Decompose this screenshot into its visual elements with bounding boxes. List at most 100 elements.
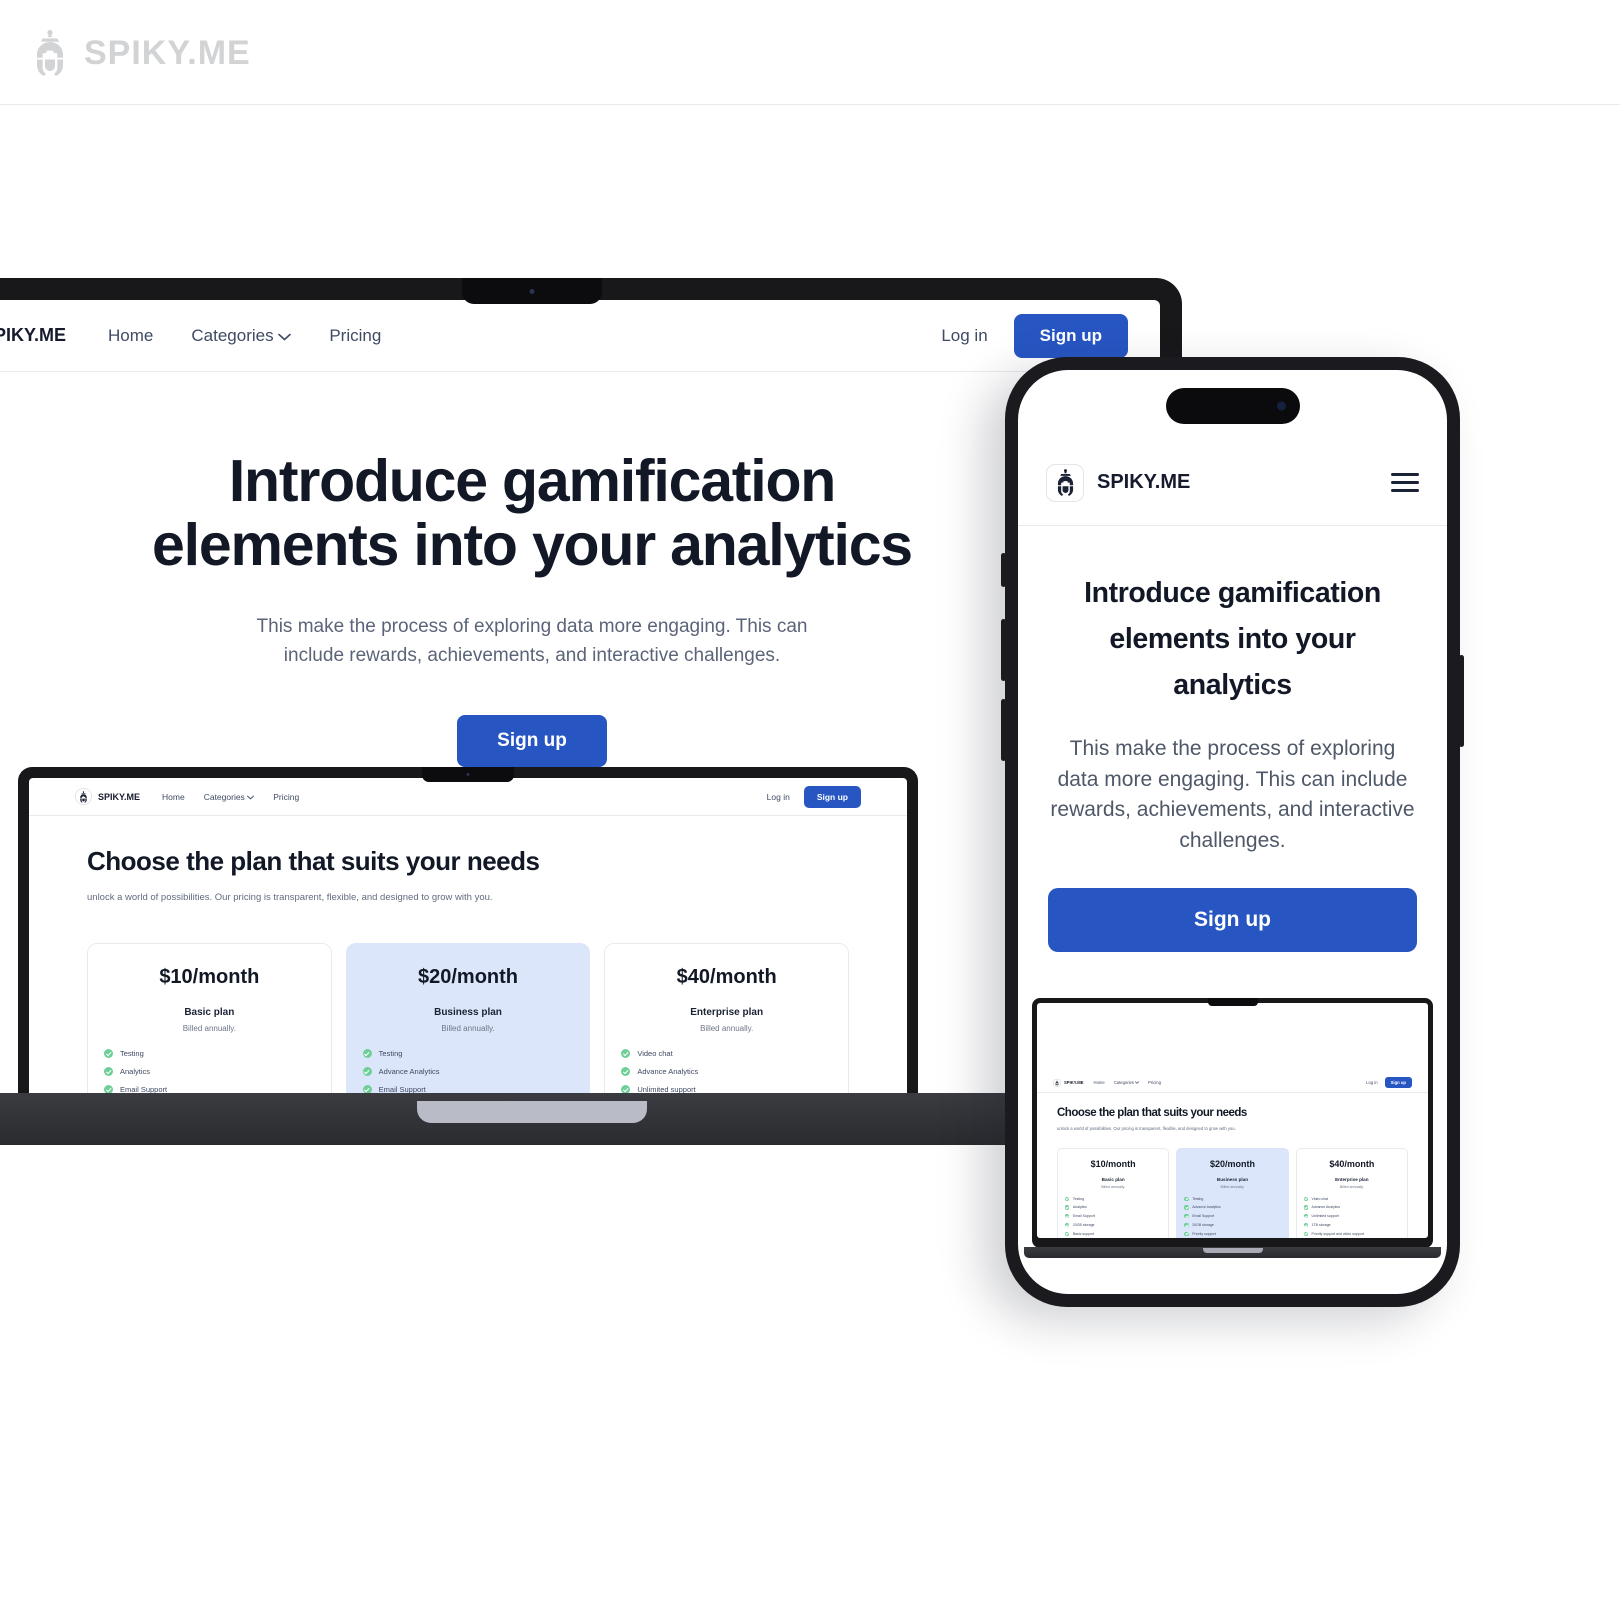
mini-navbar-links: Home Categories Pricing bbox=[1094, 1080, 1161, 1085]
plan-feature-label: Video chat bbox=[1311, 1196, 1329, 1201]
plan-name: Business plan bbox=[1216, 1176, 1249, 1182]
plan-billing-note: Billed annually. bbox=[1339, 1184, 1364, 1189]
hero-paragraph: This make the process of exploring data … bbox=[256, 616, 808, 667]
plan-billing-note: Billed annually. bbox=[1220, 1184, 1245, 1189]
mini-pricing-plan-list: $10/month Basic plan Billed annually. Te… bbox=[1057, 1147, 1408, 1239]
pricing-card-enterprise[interactable]: $40/month Enterprise plan Billed annuall… bbox=[604, 943, 850, 1093]
pricing-heading: Choose the plan that suits your needs bbox=[87, 846, 540, 876]
pricing-card-basic[interactable]: $10/month Basic plan Billed annually. Te… bbox=[87, 943, 332, 1093]
nested-nav-link-home[interactable]: Home bbox=[162, 792, 185, 802]
check-circle-icon bbox=[104, 1085, 113, 1093]
plan-feature-list: Testing Analytics Email Support 20GB sto… bbox=[104, 1049, 315, 1093]
nav-link-pricing[interactable]: Pricing bbox=[329, 326, 381, 346]
plan-feature-label: Analytics bbox=[1072, 1205, 1087, 1210]
plan-name: Enterprise plan bbox=[690, 1007, 764, 1019]
mini-nav-link-home[interactable]: Home bbox=[1094, 1080, 1105, 1085]
plan-feature-label: Unlimited support bbox=[637, 1085, 696, 1093]
check-circle-icon bbox=[1184, 1214, 1189, 1219]
spartan-helmet-icon bbox=[37, 30, 63, 76]
plan-feature-label: 20GB storage bbox=[1192, 1223, 1214, 1228]
nav-link-home[interactable]: Home bbox=[108, 326, 153, 346]
nested-navbar-right: Log in Sign up bbox=[767, 785, 861, 808]
nested-brand-logo-box[interactable] bbox=[75, 788, 92, 805]
phone-volume-up-button[interactable] bbox=[1001, 619, 1006, 681]
plan-price: $10/month bbox=[159, 966, 260, 989]
plan-feature: Advance Analytics bbox=[362, 1067, 574, 1077]
mini-pricing-section: Choose the plan that suits your needs un… bbox=[1037, 1093, 1428, 1239]
plan-feature: Video chat bbox=[1303, 1196, 1400, 1201]
check-circle-icon bbox=[1303, 1222, 1309, 1228]
mini-nav-link-pricing[interactable]: Pricing bbox=[1148, 1080, 1161, 1085]
nested-laptop-screen: SPIKY.ME Home Categories Pricing Log in … bbox=[29, 778, 907, 1093]
pricing-plan-list: $10/month Basic plan Billed annually. Te… bbox=[87, 943, 850, 1093]
check-circle-icon bbox=[1303, 1196, 1309, 1201]
phone-volume-down-button[interactable] bbox=[1001, 699, 1006, 761]
plan-feature-label: Advance Analytics bbox=[637, 1067, 699, 1077]
plan-feature-label: Advance Analytics bbox=[1311, 1205, 1340, 1210]
nav-link-categories[interactable]: Categories bbox=[191, 326, 292, 346]
plan-feature: Email Support bbox=[362, 1085, 574, 1093]
phone-mute-switch[interactable] bbox=[1001, 553, 1006, 587]
check-circle-icon bbox=[621, 1067, 631, 1077]
check-circle-icon bbox=[362, 1067, 372, 1077]
check-circle-icon bbox=[1184, 1222, 1189, 1228]
mini-pricing-card-enterprise[interactable]: $40/month Enterprise plan Billed annuall… bbox=[1295, 1147, 1408, 1239]
laptop-screen: SPIKY.ME Home Categories Pricing Log in bbox=[0, 300, 1160, 1093]
site-navbar: SPIKY.ME Home Categories Pricing Log in bbox=[0, 300, 1160, 372]
plan-feature: Email Support bbox=[1065, 1214, 1161, 1219]
mini-pricing-card-basic[interactable]: $10/month Basic plan Billed annually. Te… bbox=[1057, 1147, 1170, 1239]
check-circle-icon bbox=[621, 1049, 631, 1059]
nested-login-link[interactable]: Log in bbox=[767, 792, 790, 802]
phone-power-button[interactable] bbox=[1459, 655, 1464, 747]
nested-nav-link-categories[interactable]: Categories bbox=[204, 792, 255, 802]
mini-signup-button[interactable]: Sign up bbox=[1384, 1077, 1412, 1089]
watermark-brand: SPIKY.ME bbox=[84, 33, 251, 72]
plan-feature-label: Testing bbox=[378, 1049, 403, 1059]
plan-billing-note: Billed annually. bbox=[441, 1024, 495, 1034]
plan-feature: Analytics bbox=[1065, 1205, 1161, 1210]
plan-feature-label: Email Support bbox=[120, 1085, 168, 1093]
chevron-down-icon bbox=[1135, 1081, 1140, 1084]
pricing-subtitle: unlock a world of possibilities. Our pri… bbox=[87, 892, 493, 903]
nested-nav-link-pricing[interactable]: Pricing bbox=[273, 792, 299, 802]
plan-feature-label: Testing bbox=[1072, 1196, 1084, 1201]
plan-feature-label: Priority support bbox=[1192, 1231, 1216, 1236]
mini-brand-logo-box[interactable] bbox=[1053, 1078, 1061, 1087]
mini-login-link[interactable]: Log in bbox=[1366, 1080, 1377, 1085]
plan-name: Enterprise plan bbox=[1335, 1176, 1369, 1182]
plan-feature-label: Email Support bbox=[1192, 1214, 1215, 1219]
pricing-card-business[interactable]: $20/month Business plan Billed annually.… bbox=[345, 943, 591, 1093]
plan-feature-label: Testing bbox=[120, 1049, 144, 1059]
plan-feature-label: Advance Analytics bbox=[378, 1067, 440, 1077]
nested-signup-button[interactable]: Sign up bbox=[803, 785, 861, 808]
check-circle-icon bbox=[621, 1085, 631, 1093]
hero-signup-button[interactable]: Sign up bbox=[457, 715, 607, 768]
signup-button[interactable]: Sign up bbox=[1013, 313, 1128, 358]
plan-feature: Testing bbox=[362, 1049, 574, 1059]
check-circle-icon bbox=[1184, 1231, 1189, 1237]
hero-cta-wrap: Sign up bbox=[24, 715, 1040, 768]
check-circle-icon bbox=[1184, 1196, 1189, 1201]
navbar-links: Home Categories Pricing bbox=[108, 326, 381, 346]
check-circle-icon bbox=[1065, 1214, 1070, 1219]
plan-feature: Testing bbox=[104, 1049, 315, 1059]
nested-site-navbar: SPIKY.ME Home Categories Pricing Log in … bbox=[29, 778, 907, 816]
check-circle-icon bbox=[1184, 1205, 1189, 1210]
plan-feature-label: Video chat bbox=[637, 1049, 673, 1059]
check-circle-icon bbox=[104, 1049, 113, 1059]
phone-hero-heading: Introduce gamification elements into you… bbox=[1084, 577, 1381, 702]
plan-feature-label: Email Support bbox=[378, 1085, 426, 1093]
nested-laptop-bezel: SPIKY.ME Home Categories Pricing Log in … bbox=[18, 767, 918, 1093]
mini-pricing-card-business[interactable]: $20/month Business plan Billed annually.… bbox=[1176, 1147, 1289, 1239]
mini-brand-name: SPIKY.ME bbox=[1064, 1080, 1084, 1086]
phone-signup-button[interactable]: Sign up bbox=[1048, 888, 1417, 953]
plan-price: $40/month bbox=[1329, 1158, 1375, 1169]
plan-price: $20/month bbox=[417, 966, 519, 989]
login-link[interactable]: Log in bbox=[941, 326, 987, 346]
plan-feature-label: Analytics bbox=[120, 1067, 151, 1077]
mini-pricing-subtitle: unlock a world of possibilities. Our pri… bbox=[1057, 1126, 1236, 1132]
phone-camera-lens bbox=[1276, 401, 1286, 411]
mini-nav-link-categories[interactable]: Categories bbox=[1114, 1080, 1140, 1085]
hamburger-menu-icon[interactable] bbox=[1391, 473, 1419, 492]
phone-brand-logo-box[interactable] bbox=[1046, 463, 1084, 502]
